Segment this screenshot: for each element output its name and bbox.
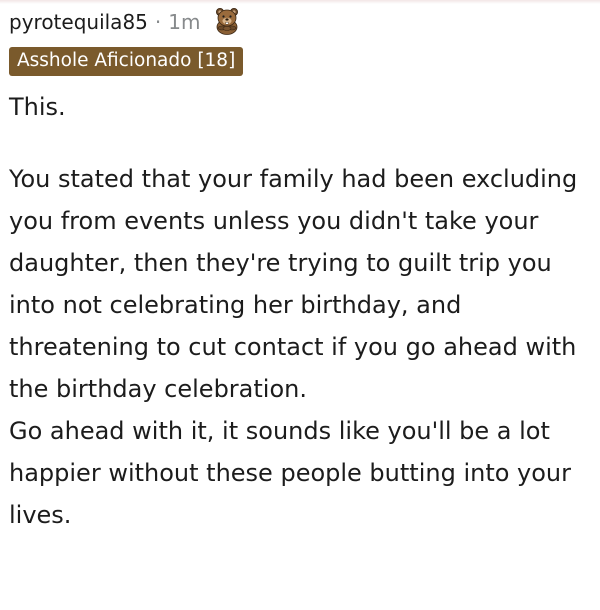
comment-body: This. You stated that your family had be… <box>9 86 594 536</box>
meta-separator: · <box>154 10 162 34</box>
comment-paragraph-2: You stated that your family had been exc… <box>9 165 578 403</box>
comment-paragraph-3: Go ahead with it, it sounds like you'll … <box>9 417 572 529</box>
comment: pyrotequila85 · 1m Asshole Aficionado [1… <box>9 6 594 536</box>
top-edge-divider <box>0 0 600 4</box>
comment-meta: pyrotequila85 · 1m <box>9 6 594 38</box>
user-flair: Asshole Aficionado [18] <box>9 47 244 76</box>
timestamp[interactable]: 1m <box>168 10 200 34</box>
comment-paragraph-1: This. <box>9 93 66 121</box>
beaver-award-icon[interactable] <box>212 5 242 35</box>
username-link[interactable]: pyrotequila85 <box>9 10 148 34</box>
